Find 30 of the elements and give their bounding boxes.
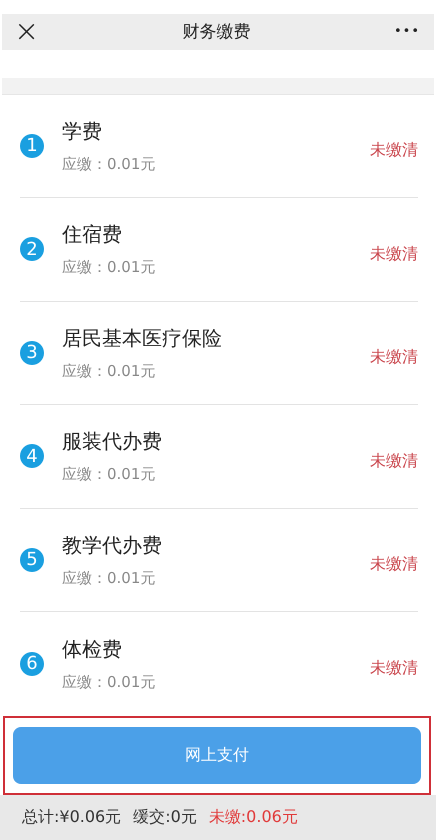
fee-name: 体检费 [62,636,123,663]
number-badge: 4 [20,444,44,468]
payment-status: 未缴清 [370,347,418,368]
number-badge: 1 [20,134,44,158]
number-badge: 3 [20,340,44,365]
fee-name: 服装代办费 [62,428,163,456]
fee-name: 住宿费 [62,221,123,248]
deferred-amount: 缓交:0元 [133,807,197,828]
payment-status: 未缴清 [370,140,418,162]
fee-name: 学费 [62,118,103,145]
unpaid-amount: 未缴:0.06元 [208,807,298,828]
amount-due: 应缴：0.01元 [62,154,156,174]
close-button[interactable]: × [14,16,40,47]
more-button[interactable]: ••• [394,24,420,40]
fee-name: 教学代办费 [62,532,163,559]
number-badge: 5 [20,548,44,572]
amount-due: 应缴：0.01元 [62,465,156,484]
total-amount: 总计:¥0.06元 [22,807,122,828]
amount-due: 应缴：0.01元 [62,258,156,278]
amount-due: 应缴：0.01元 [62,362,156,381]
number-badge: 6 [20,652,44,676]
amount-due: 应缴：0.01元 [62,568,156,588]
payment-status: 未缴清 [370,450,418,472]
payment-status: 未缴清 [370,554,418,576]
amount-due: 应缴：0.01元 [62,672,156,692]
fee-name: 居民基本医疗保险 [62,324,223,352]
page-title: 财务缴费 [182,21,251,44]
payment-status: 未缴清 [370,244,418,265]
payment-status: 未缴清 [370,658,418,680]
number-badge: 2 [20,237,44,262]
